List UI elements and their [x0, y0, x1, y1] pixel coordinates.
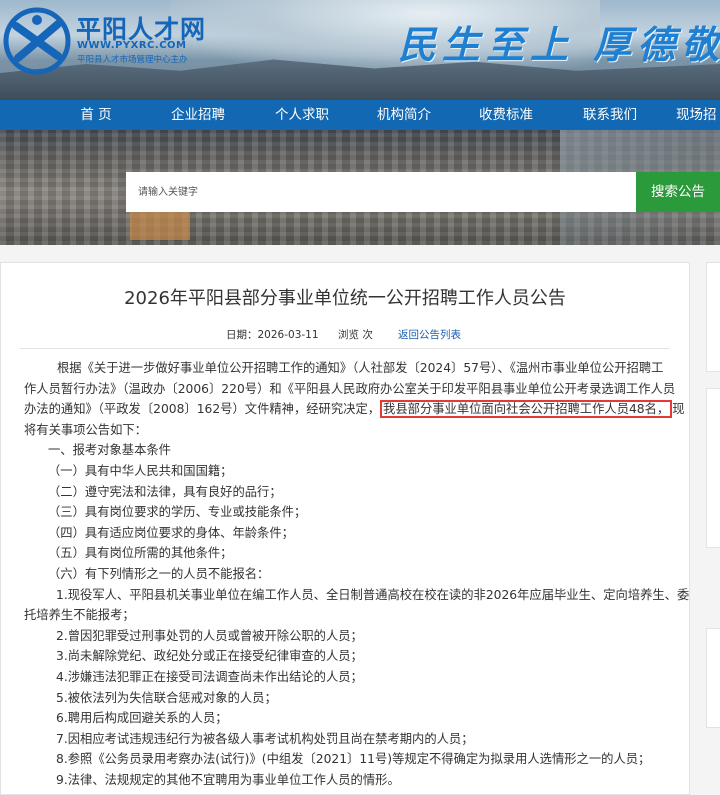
header-slogan: 民生至上 厚德敬業	[398, 22, 720, 67]
exclusion-item: 1.现役军人、平阳县机关事业单位在编工作人员、全日制普通高校在校在读的非2026…	[56, 587, 690, 602]
exclusion-item: 8.参照《公务员录用考察办法(试行)》(中组发〔2021〕11号)等规定不得确定…	[56, 752, 651, 767]
sidebar-panel	[706, 262, 720, 372]
nav-item-job-seekers[interactable]: 个人求职	[264, 100, 340, 130]
banner-building	[130, 210, 190, 240]
exclusion-item: 4.涉嫌违法犯罪正在接受司法调查尚未作出结论的人员；	[56, 669, 363, 684]
nav-item-onsite[interactable]: 现场招	[676, 100, 720, 130]
condition-item: （六）有下列情形之一的人员不能报名：	[48, 566, 270, 581]
article-title: 2026年平阳县部分事业单位统一公开招聘工作人员公告	[124, 288, 566, 309]
search-input[interactable]	[126, 172, 636, 212]
site-header: 平阳人才网 WWW.PYXRC.COM 平阳县人才市场管理中心主办 民生至上 厚…	[0, 0, 720, 100]
exclusion-item: 6.聘用后构成回避关系的人员；	[56, 711, 228, 726]
exclusion-item: 7.因相应考试违规违纪行为被各级人事考试机构处罚且尚在禁考期内的人员；	[56, 731, 474, 746]
exclusion-item: 3.尚未解除党纪、政纪处分或正在接受纪律审查的人员；	[56, 649, 363, 664]
condition-item: （五）具有岗位所需的其他条件；	[48, 546, 233, 561]
back-to-list-link[interactable]: 返回公告列表	[398, 327, 461, 342]
highlighted-text: 我县部分事业单位面向社会公开招聘工作人员48名，	[380, 400, 673, 419]
search-button[interactable]: 搜索公告	[636, 172, 720, 212]
article-views: 浏览 次	[338, 329, 373, 341]
nav-item-company-jobs[interactable]: 企业招聘	[160, 100, 236, 130]
divider	[20, 348, 670, 349]
paragraph-line: 将有关事项公告如下：	[24, 422, 147, 437]
exclusion-item: 9.法律、法规规定的其他不宜聘用为事业单位工作人员的情形。	[56, 772, 400, 787]
paragraph-line: 根据《关于进一步做好事业单位公开招聘工作的通知》（人社部发〔2024〕57号）、…	[57, 361, 664, 375]
site-logo-icon[interactable]	[2, 6, 72, 76]
condition-item: （四）具有适应岗位要求的身体、年龄条件；	[48, 525, 294, 540]
nav-item-home[interactable]: 首 页	[58, 100, 134, 130]
nav-item-fees[interactable]: 收费标准	[468, 100, 544, 130]
exclusion-item: 2.曾因犯罪受过刑事处罚的人员或曾被开除公职的人员；	[56, 628, 363, 643]
section-heading: 一、报考对象基本条件	[48, 443, 171, 458]
condition-item: （一）具有中华人民共和国国籍；	[48, 463, 233, 478]
exclusion-item: 5.被依法列为失信联合惩戒对象的人员；	[56, 690, 277, 705]
paragraph-text: 办法的通知》（平政发〔2008〕162号）文件精神，经研究决定，	[24, 402, 381, 417]
paragraph-line: 作人员暂行办法》（温政办〔2006〕220号）和《平阳县人民政府办公室关于印发平…	[24, 381, 676, 396]
article-body: 根据《关于进一步做好事业单位公开招聘工作的通知》（人社部发〔2024〕57号）、…	[24, 358, 690, 790]
nav-item-contact[interactable]: 联系我们	[572, 100, 648, 130]
paragraph-text: 现	[672, 402, 685, 417]
sidebar-panel	[706, 388, 720, 548]
condition-item: （三）具有岗位要求的学历、专业或技能条件；	[48, 505, 307, 520]
exclusion-item: 托培养生不能报考；	[24, 608, 135, 623]
site-sponsor: 平阳县人才市场管理中心主办	[77, 55, 188, 65]
nav-item-about[interactable]: 机构简介	[366, 100, 442, 130]
paragraph-line: 办法的通知》（平政发〔2008〕162号）文件精神，经研究决定， 我县部分事业单位…	[24, 399, 685, 420]
article-date: 日期：2026-03-11	[226, 329, 319, 341]
site-url: WWW.PYXRC.COM	[77, 40, 187, 51]
sidebar-panel	[706, 628, 720, 728]
condition-item: （二）遵守宪法和法律，具有良好的品行；	[48, 484, 282, 499]
main-nav: 首 页 企业招聘 个人求职 机构简介 收费标准 联系我们 现场招	[0, 100, 720, 130]
